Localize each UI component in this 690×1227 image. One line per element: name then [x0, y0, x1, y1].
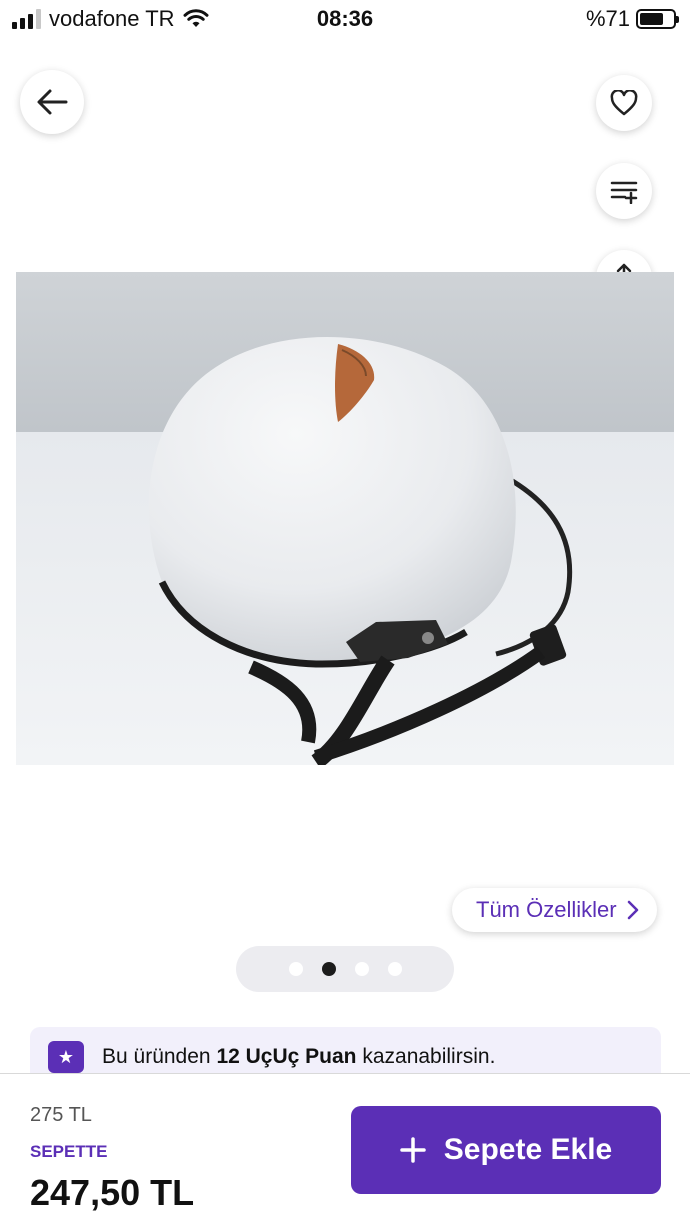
battery-fill: [640, 13, 663, 25]
pager-dot[interactable]: [354, 962, 369, 976]
add-to-list-button[interactable]: [596, 163, 652, 219]
product-detail-screen: vodafone TR 08:36 %71 Tüm Özellikler ★ B…: [0, 0, 690, 1227]
points-suffix: kazanabilirsin.: [356, 1045, 496, 1068]
add-to-cart-label: Sepete Ekle: [443, 1133, 613, 1166]
helmet-photo: [16, 272, 674, 765]
plus-icon: [400, 1137, 426, 1163]
pager-dot[interactable]: [288, 962, 303, 976]
favorite-button[interactable]: [596, 75, 652, 131]
points-amount: 12 UçUç Puan: [216, 1045, 357, 1068]
status-bar: vodafone TR 08:36 %71: [0, 0, 690, 40]
all-specs-label: Tüm Özellikler: [476, 897, 617, 922]
cart-discount-label: SEPETTE: [30, 1142, 108, 1161]
product-image[interactable]: [16, 272, 674, 765]
all-specs-link[interactable]: Tüm Özellikler: [452, 888, 657, 932]
old-price: 275 TL: [30, 1104, 92, 1126]
purchase-bar: 275 TL SEPETTE 247,50 TL Sepete Ekle: [0, 1073, 690, 1227]
pager-dot[interactable]: [321, 962, 336, 976]
arrow-left-icon: [37, 89, 68, 115]
battery-percent: %71: [585, 6, 630, 31]
add-to-cart-button[interactable]: Sepete Ekle: [351, 1106, 661, 1194]
pager-dot[interactable]: [387, 962, 402, 976]
heart-icon: [610, 90, 638, 116]
image-pager[interactable]: [236, 946, 454, 992]
back-button[interactable]: [20, 70, 84, 134]
price: 247,50 TL: [30, 1172, 195, 1213]
points-prefix: Bu üründen: [102, 1045, 217, 1068]
star-icon: ★: [48, 1041, 84, 1073]
battery-icon: [636, 9, 679, 29]
points-text: Bu üründen 12 UçUç Puan kazanabilirsin.: [102, 1045, 495, 1069]
status-right: %71: [585, 6, 679, 32]
chevron-right-icon: [627, 900, 638, 920]
list-add-icon: [610, 181, 638, 204]
